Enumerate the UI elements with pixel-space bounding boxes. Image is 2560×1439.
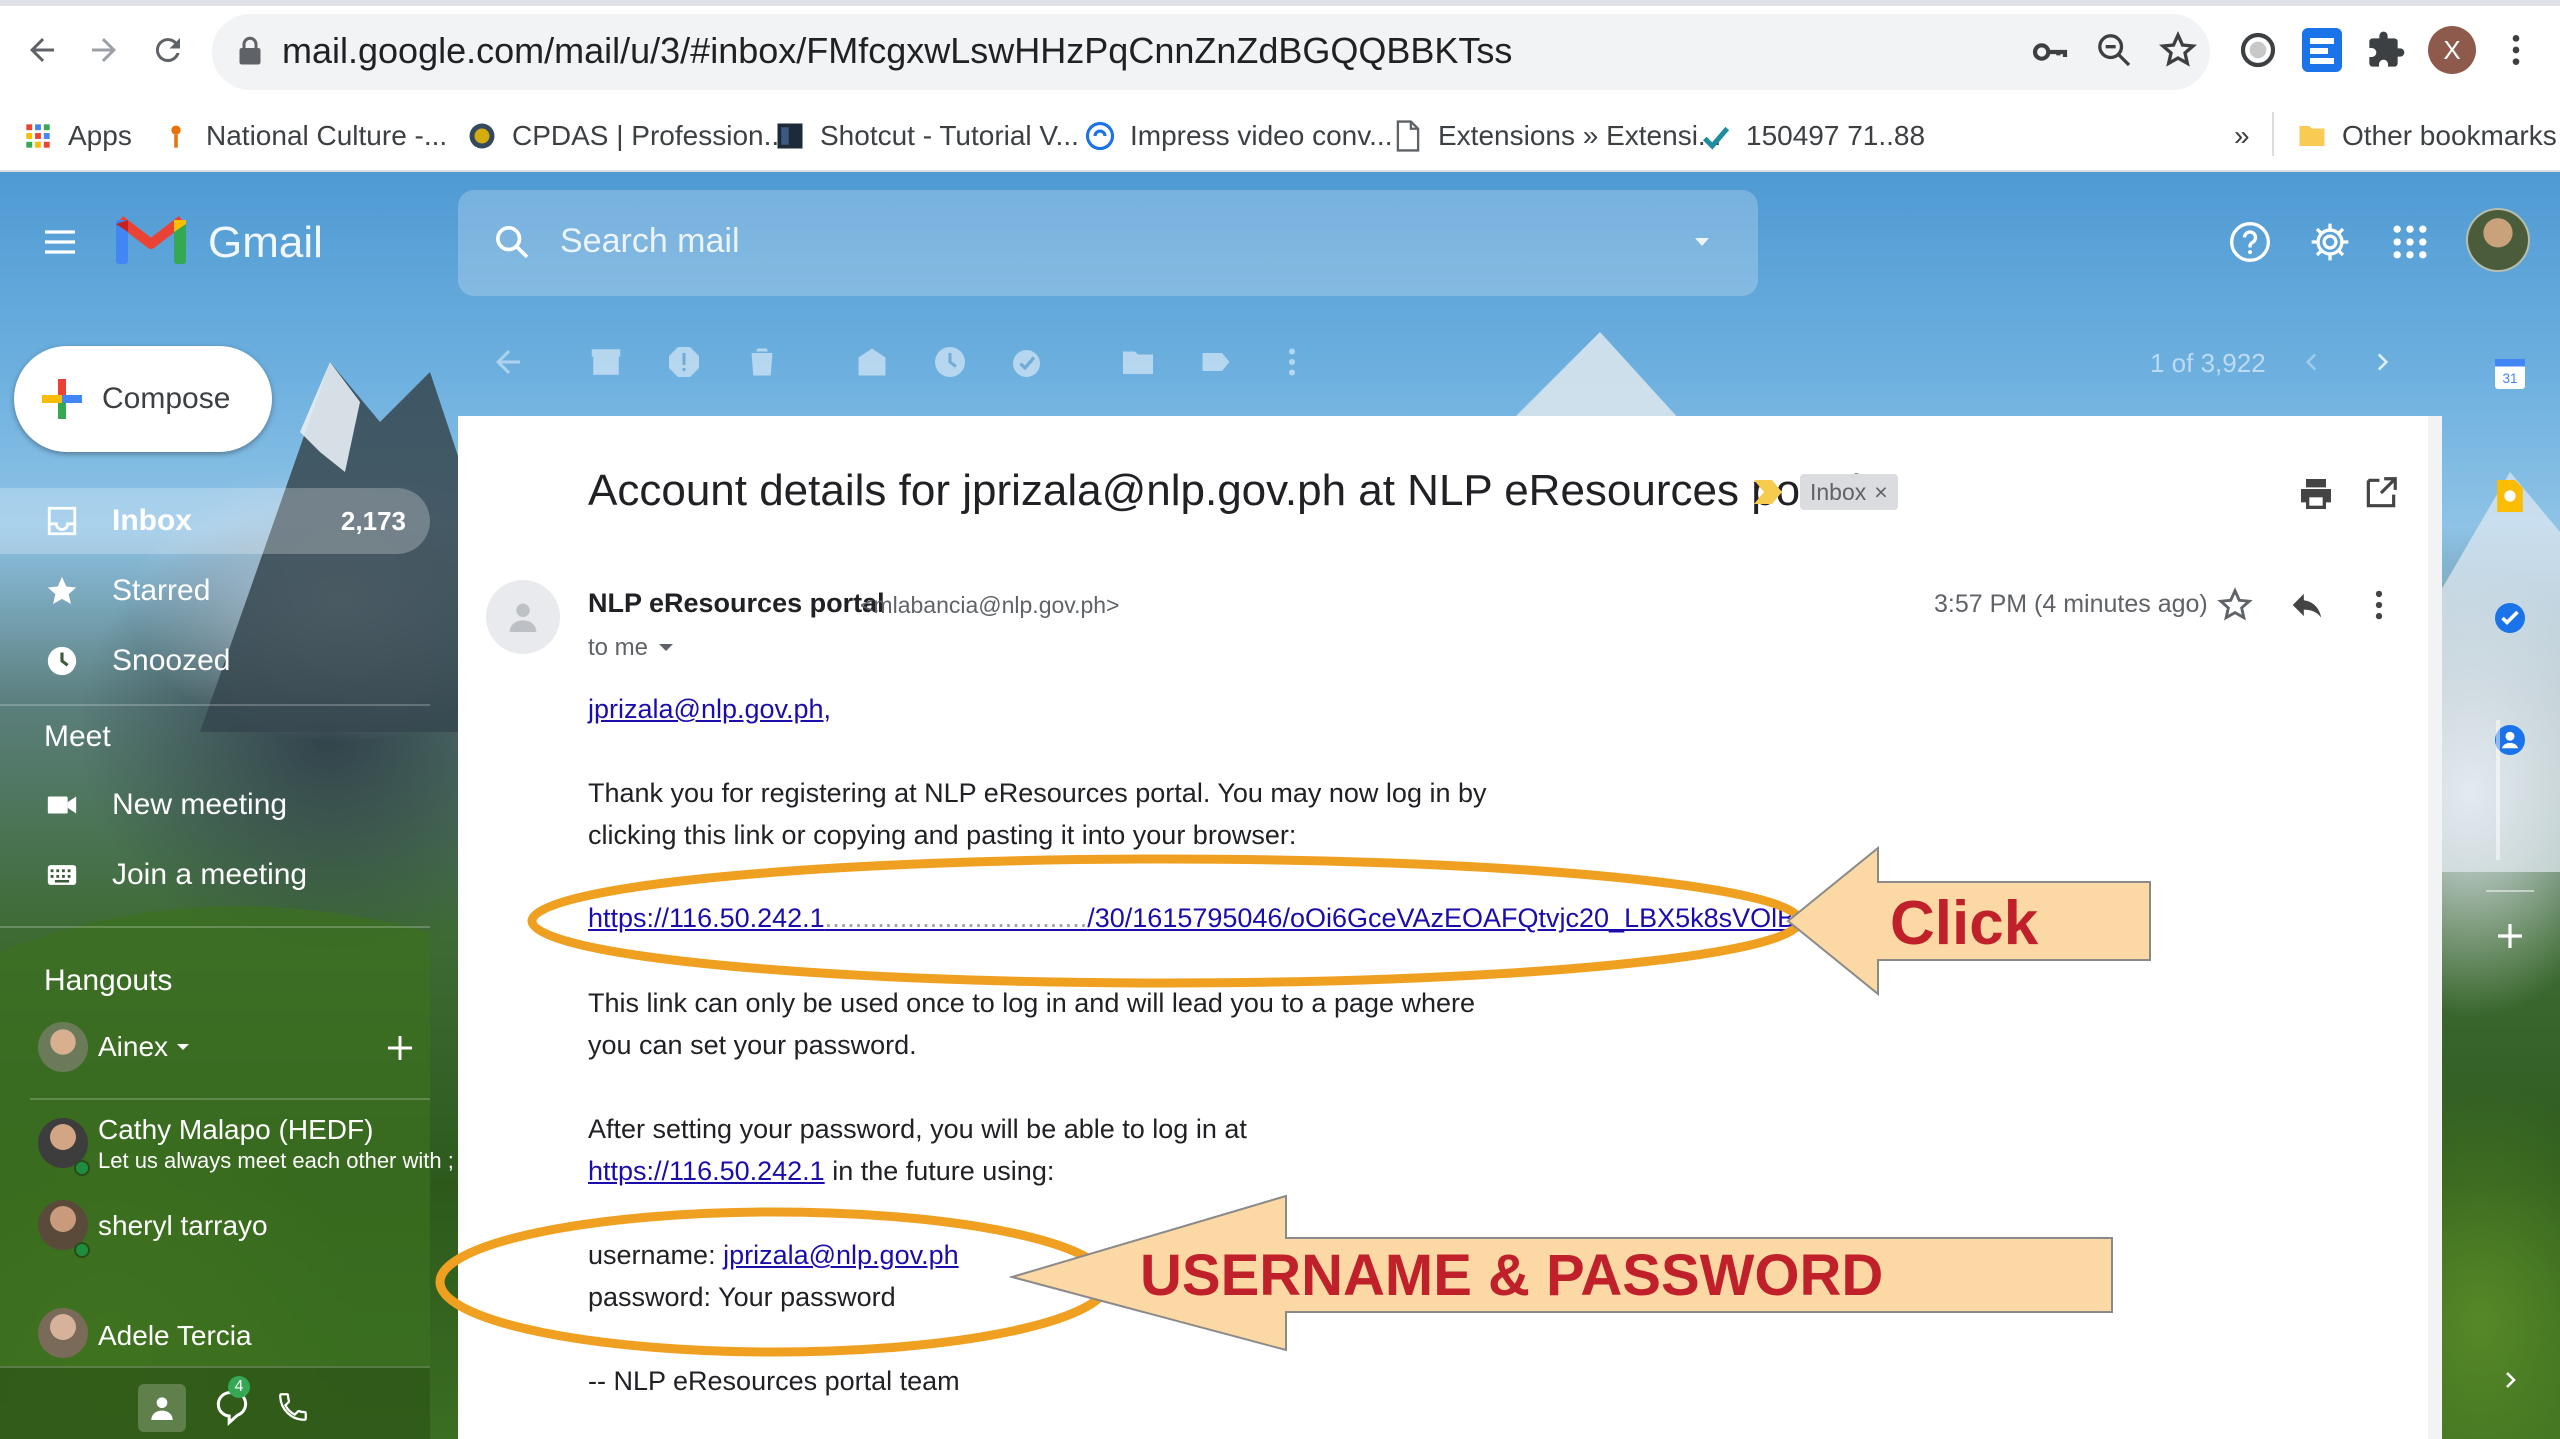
side-panel-expand-chevron-icon[interactable]: [2488, 1358, 2532, 1402]
side-panel-divider: [2486, 890, 2534, 892]
click-annotation-label: Click: [1890, 889, 2039, 958]
contacts-app-icon[interactable]: [2488, 718, 2532, 762]
tasks-app-icon[interactable]: [2488, 596, 2532, 640]
credentials-annotation-label: USERNAME & PASSWORD: [1140, 1243, 1884, 1308]
link-highlight-ellipse: [527, 854, 1805, 988]
svg-text:31: 31: [2502, 371, 2517, 386]
credentials-highlight-ellipse: [435, 1207, 1113, 1357]
get-addons-plus-icon[interactable]: [2488, 914, 2532, 958]
keep-app-icon[interactable]: [2488, 474, 2532, 518]
annotation-overlay: [435, 845, 2151, 1357]
calendar-app-icon[interactable]: 31: [2488, 352, 2532, 396]
side-panel-scrollbar[interactable]: [2496, 720, 2500, 860]
